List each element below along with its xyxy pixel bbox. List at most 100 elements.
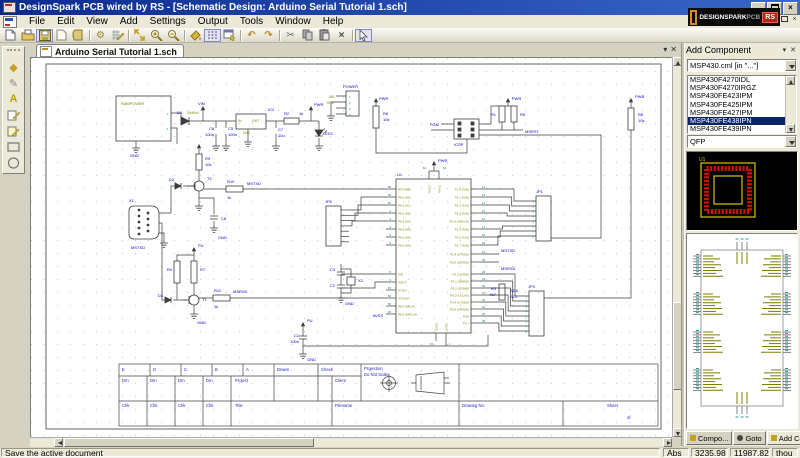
svg-text:RST/NMI: RST/NMI <box>398 187 410 191</box>
horizontal-scrollbar[interactable] <box>30 437 672 447</box>
svg-text:1k: 1k <box>214 304 218 309</box>
menu-settings[interactable]: Settings <box>144 16 192 27</box>
zoom-in-button[interactable] <box>148 29 165 42</box>
delete-button[interactable]: × <box>333 29 350 42</box>
select-button[interactable] <box>355 29 372 42</box>
add-closed-shape-tool[interactable] <box>4 123 23 139</box>
new-button[interactable] <box>2 29 19 42</box>
drawing-toolbar: ◆ ✎ A <box>2 46 25 174</box>
menu-tools[interactable]: Tools <box>234 16 269 27</box>
list-scrollbar[interactable] <box>785 76 796 133</box>
svg-text:12: 12 <box>482 185 486 189</box>
add-circle-tool[interactable] <box>4 155 23 171</box>
document-system-icon[interactable] <box>3 16 17 28</box>
menu-edit[interactable]: Edit <box>51 16 80 27</box>
svg-text:P3.3 (UCLK0): P3.3 (UCLK0) <box>450 293 469 297</box>
svg-text:P1.3 (TA2): P1.3 (TA2) <box>455 211 469 215</box>
component-list[interactable]: MSP430F4270IDLMSP430F4270IRGZMSP430FE423… <box>687 75 797 134</box>
copy-button[interactable] <box>299 29 316 42</box>
schematic-canvas[interactable]: RAWPOWERGNDD11N4004VINC6100uC5100nINOUTG… <box>30 57 673 438</box>
menu-add[interactable]: Add <box>114 16 144 27</box>
menu-view[interactable]: View <box>80 16 114 27</box>
svg-text:IC2: IC2 <box>268 107 275 112</box>
svg-text:R9: R9 <box>205 156 211 161</box>
save-button[interactable] <box>36 29 53 42</box>
svg-text:R5: R5 <box>520 112 526 117</box>
svg-text:Projection: Projection <box>364 366 383 371</box>
settings-button[interactable]: ⚙ <box>92 29 109 42</box>
fill-color-button[interactable] <box>187 29 204 42</box>
tab-close-icon[interactable]: ✕ <box>670 45 677 54</box>
library-dropdown[interactable]: MSP430.cml [in "..."] <box>687 59 797 72</box>
svg-text:1: 1 <box>526 295 528 299</box>
svg-text:MSRXD: MSRXD <box>501 266 516 271</box>
tab-scroll-icon[interactable]: ▾ <box>663 45 667 54</box>
svg-text:52: 52 <box>388 294 392 298</box>
footprint-ref: U1 <box>699 157 706 163</box>
component-item[interactable]: MSP430FE439IPN <box>688 125 787 133</box>
svg-text:ICSP: ICSP <box>454 142 464 147</box>
new-design-button[interactable] <box>53 29 70 42</box>
symbol-preview <box>686 233 798 429</box>
svg-text:C8: C8 <box>221 216 227 221</box>
schematic-drawing: RAWPOWERGNDD11N4004VINC6100uC5100nINOUTG… <box>31 58 673 438</box>
svg-text:RAWPOWER: RAWPOWER <box>121 102 144 106</box>
svg-text:P3.4 (UTXD0): P3.4 (UTXD0) <box>450 300 469 304</box>
svg-text:Chk: Chk <box>206 403 214 408</box>
svg-text:28: 28 <box>482 270 486 274</box>
svg-text:Drn: Drn <box>122 378 129 383</box>
redo-button[interactable]: ↷ <box>260 29 277 42</box>
design-technology-button[interactable] <box>109 29 126 42</box>
svg-text:P6.2 (A2): P6.2 (A2) <box>398 211 411 215</box>
add-rectangle-tool[interactable] <box>4 139 23 155</box>
svg-text:4: 4 <box>389 225 391 229</box>
paste-button[interactable] <box>316 29 333 42</box>
menu-help[interactable]: Help <box>317 16 350 27</box>
zoom-out-button[interactable] <box>165 29 182 42</box>
app-icon <box>3 2 16 13</box>
tab-arduino-serial-tutorial[interactable]: Arduino Serial Tutorial 1.sch <box>36 44 184 58</box>
grid-button[interactable] <box>204 29 221 42</box>
properties-button[interactable] <box>221 29 238 42</box>
menu-output[interactable]: Output <box>192 16 234 27</box>
cut-button[interactable]: ✂ <box>282 29 299 42</box>
panel-menu-icon[interactable]: ▾ <box>781 46 789 54</box>
zoom-all-button[interactable] <box>131 29 148 42</box>
svg-text:of: of <box>627 415 631 420</box>
svg-text:C5: C5 <box>228 126 234 131</box>
open-button[interactable] <box>19 29 36 42</box>
package-dropdown[interactable]: QFP <box>687 135 797 148</box>
svg-text:4: 4 <box>349 113 351 117</box>
menu-file[interactable]: File <box>23 16 51 27</box>
add-wire-tool[interactable]: ✎ <box>4 75 23 91</box>
panel-close-icon[interactable]: ✕ <box>788 46 798 54</box>
svg-text:17: 17 <box>482 225 486 229</box>
svg-text:29: 29 <box>482 277 486 281</box>
mdi-minimize-button[interactable]: – <box>770 16 779 25</box>
add-text-tool[interactable]: A <box>4 91 23 107</box>
panel-tab-0[interactable]: Compo... <box>686 431 732 445</box>
menu-window[interactable]: Window <box>269 16 317 27</box>
panel-tab-2[interactable]: Add Co... <box>767 431 800 445</box>
svg-text:P3.2 (SOMI0): P3.2 (SOMI0) <box>451 286 469 290</box>
svg-text:P6.6 (A6): P6.6 (A6) <box>398 243 411 247</box>
close-button[interactable]: × <box>783 2 798 15</box>
svg-text:D2: D2 <box>169 177 175 182</box>
svg-text:Do Not Scale: Do Not Scale <box>364 372 389 377</box>
mdi-restore-button[interactable] <box>780 16 789 25</box>
svg-text:R1: R1 <box>491 112 497 117</box>
svg-text:JP2: JP2 <box>325 199 333 204</box>
mdi-close-button[interactable]: × <box>790 16 799 25</box>
menu-bar-items: FileEditViewAddSettingsOutputToolsWindow… <box>23 16 349 27</box>
title-bar: DesignSpark PCB wired by RS - [Schematic… <box>0 0 800 15</box>
svg-text:53: 53 <box>388 286 392 290</box>
svg-text:1: 1 <box>533 200 535 204</box>
add-open-shape-tool[interactable] <box>4 107 23 123</box>
library-button[interactable] <box>70 29 87 42</box>
undo-button[interactable]: ↶ <box>243 29 260 42</box>
panel-tab-1[interactable]: Goto <box>733 431 765 445</box>
svg-text:P3.6: P3.6 <box>463 314 470 318</box>
designspark-logo-icon <box>690 10 697 25</box>
add-component-tool[interactable]: ◆ <box>4 59 23 75</box>
toolbar-grip[interactable] <box>7 49 20 57</box>
